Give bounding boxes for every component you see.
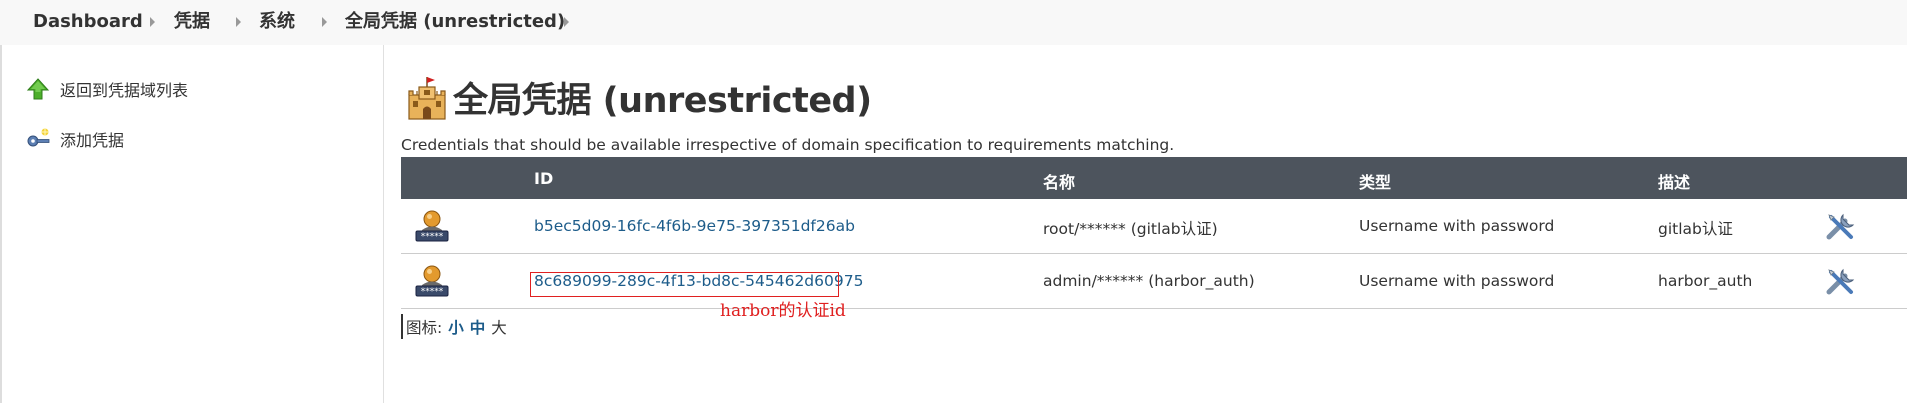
configure-tool-icon[interactable] bbox=[1825, 211, 1857, 243]
icon-size-small[interactable]: 小 bbox=[448, 316, 464, 338]
chevron-right-icon bbox=[236, 17, 241, 27]
credential-name: root/****** (gitlab认证) bbox=[1043, 220, 1218, 238]
annotation-text: harbor的认证id bbox=[720, 301, 846, 321]
sidebar-item-label: 添加凭据 bbox=[60, 131, 125, 150]
credential-type: Username with password bbox=[1359, 217, 1555, 235]
page-title: 全局凭据 (unrestricted) bbox=[405, 72, 872, 123]
chevron-right-icon bbox=[564, 17, 569, 27]
column-header-type: 类型 bbox=[1359, 173, 1392, 192]
icon-size-medium[interactable]: 中 bbox=[470, 316, 486, 338]
side-panel-divider bbox=[383, 45, 384, 403]
annotation-highlight-box bbox=[530, 272, 839, 297]
sidebar-item-back-to-domains[interactable]: 返回到凭据域列表 bbox=[26, 76, 188, 102]
sidebar-item-label: 返回到凭据域列表 bbox=[60, 81, 189, 100]
icon-size-large: 大 bbox=[491, 318, 507, 337]
left-border bbox=[0, 45, 2, 403]
credential-description: harbor_auth bbox=[1658, 272, 1753, 290]
breadcrumb: Dashboard 凭据 系统 全局凭据 (unrestricted) bbox=[0, 0, 1907, 45]
column-header-description: 描述 bbox=[1658, 173, 1691, 192]
credential-name: admin/****** (harbor_auth) bbox=[1043, 272, 1255, 290]
icon-size-selector: 图标: 小 中 大 bbox=[401, 314, 507, 339]
green-up-arrow-icon bbox=[26, 77, 50, 101]
chevron-right-icon bbox=[150, 17, 155, 27]
breadcrumb-global-credentials[interactable]: 全局凭据 (unrestricted) bbox=[345, 13, 565, 31]
credential-id-link[interactable]: b5ec5d09-16fc-4f6b-9e75-397351df26ab bbox=[534, 217, 855, 235]
user-credential-icon: ***** bbox=[414, 208, 450, 244]
icon-size-label: 图标: bbox=[406, 318, 443, 337]
configure-tool-icon[interactable] bbox=[1825, 266, 1857, 298]
breadcrumb-system[interactable]: 系统 bbox=[259, 13, 295, 31]
page-title-text: 全局凭据 (unrestricted) bbox=[453, 81, 872, 121]
credential-description: gitlab认证 bbox=[1658, 220, 1733, 238]
column-header-id: ID bbox=[534, 169, 554, 188]
page-description: Credentials that should be available irr… bbox=[401, 136, 1175, 154]
key-add-icon bbox=[26, 127, 50, 151]
chevron-right-icon bbox=[322, 17, 327, 27]
breadcrumb-dashboard[interactable]: Dashboard bbox=[33, 13, 143, 31]
column-header-name: 名称 bbox=[1043, 173, 1076, 192]
breadcrumb-credentials[interactable]: 凭据 bbox=[174, 13, 210, 31]
castle-icon bbox=[405, 75, 449, 121]
svg-text:*****: ***** bbox=[421, 232, 444, 242]
svg-text:*****: ***** bbox=[421, 287, 444, 297]
table-row: ***** b5ec5d09-16fc-4f6b-9e75-397351df26… bbox=[401, 199, 1907, 254]
user-credential-icon: ***** bbox=[414, 263, 450, 299]
sidebar-item-add-credentials[interactable]: 添加凭据 bbox=[26, 126, 124, 152]
table-header: ID 名称 类型 描述 bbox=[401, 157, 1907, 199]
credential-type: Username with password bbox=[1359, 272, 1555, 290]
